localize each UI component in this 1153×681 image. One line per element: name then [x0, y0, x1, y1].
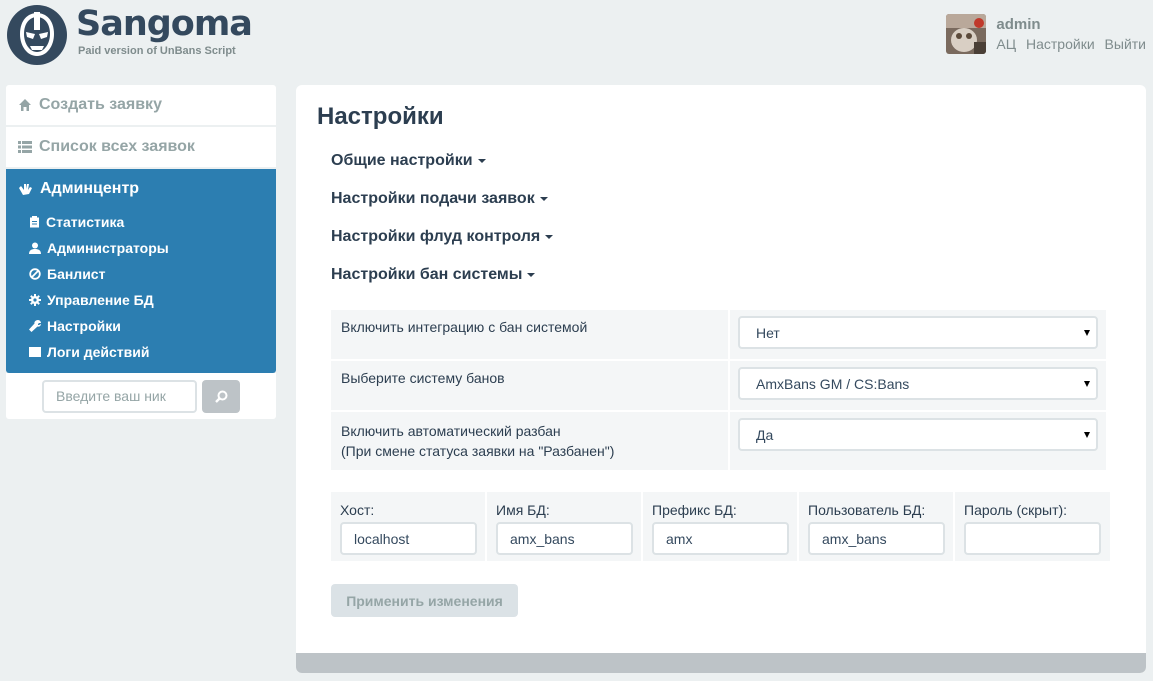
table-row: Выберите систему банов AmxBans GM / CS:B…	[331, 361, 1106, 410]
nav-create-request[interactable]: Создать заявку	[6, 85, 276, 125]
select-value: Нет	[756, 324, 780, 341]
log-icon	[29, 347, 41, 357]
apply-changes-button[interactable]: Применить изменения	[331, 584, 518, 617]
admin-center-menu: Админцентр Статистика Администраторы Бан…	[6, 169, 276, 373]
ban-system-select[interactable]: AmxBans GM / CS:Bans	[738, 367, 1098, 400]
field-label: Префикс БД:	[652, 502, 737, 518]
table-row: Включить интеграцию с бан системой Нет	[331, 310, 1106, 359]
field-label: Пароль (скрыт):	[964, 502, 1068, 518]
hand-icon	[19, 184, 32, 195]
ban-integration-select[interactable]: Нет	[738, 316, 1098, 349]
nav-sub-label: Статистика	[46, 214, 125, 230]
nav-action-logs[interactable]: Логи действий	[6, 339, 276, 365]
brand-name: Sangoma	[76, 4, 253, 44]
select-value: Да	[756, 426, 774, 443]
ban-icon	[29, 268, 41, 280]
select-value: AmxBans GM / CS:Bans	[756, 375, 910, 392]
search-button[interactable]	[202, 379, 240, 413]
home-icon	[19, 99, 31, 111]
setting-label: Включить автоматический разбан (При смен…	[331, 412, 728, 470]
admin-center-link[interactable]: АЦ	[996, 36, 1016, 52]
field-label: Имя БД:	[496, 502, 550, 518]
nav-label: Список всех заявок	[39, 138, 195, 155]
nav-statistics[interactable]: Статистика	[6, 209, 276, 235]
caret-down-icon	[545, 234, 554, 239]
section-label: Настройки подачи заявок	[331, 190, 535, 207]
settings-panel: Настройки Общие настройки Настройки пода…	[296, 85, 1146, 673]
logout-link[interactable]: Выйти	[1105, 36, 1146, 52]
nav-administrators[interactable]: Администраторы	[6, 235, 276, 261]
section-label: Настройки флуд контроля	[331, 228, 541, 245]
nav-db-management[interactable]: Управление БД	[6, 287, 276, 313]
nav-sub-label: Настройки	[47, 318, 121, 334]
section-flood-control[interactable]: Настройки флуд контроля	[331, 228, 554, 246]
ban-settings-table: Включить интеграцию с бан системой Нет В…	[329, 308, 1108, 472]
user-name[interactable]: admin	[996, 16, 1146, 33]
db-password-field: Пароль (скрыт):	[955, 492, 1110, 561]
nav-settings[interactable]: Настройки	[6, 313, 276, 339]
db-name-field: Имя БД:	[487, 492, 641, 561]
nav-sub-label: Управление БД	[47, 292, 154, 308]
db-password-input[interactable]	[964, 522, 1101, 555]
db-prefix-field: Префикс БД:	[643, 492, 797, 561]
setting-label: Выберите систему банов	[331, 361, 728, 410]
brand-tagline: Paid version of UnBans Script	[78, 45, 236, 57]
db-user-input[interactable]	[808, 522, 945, 555]
section-label: Настройки бан системы	[331, 266, 523, 283]
gear-icon	[29, 294, 41, 306]
section-request-settings[interactable]: Настройки подачи заявок	[331, 190, 548, 208]
field-label: Хост:	[340, 502, 375, 518]
section-general-settings[interactable]: Общие настройки	[331, 152, 486, 170]
avatar-image	[946, 14, 987, 54]
admin-center-label: Админцентр	[40, 180, 140, 197]
dropdown-arrow-icon	[1084, 431, 1090, 438]
nav-all-requests[interactable]: Список всех заявок	[6, 127, 276, 167]
clipboard-icon	[30, 216, 39, 228]
db-prefix-input[interactable]	[652, 522, 789, 555]
settings-link[interactable]: Настройки	[1026, 36, 1095, 52]
caret-down-icon	[539, 196, 548, 201]
sidebar: Создать заявку Список всех заявок Админц…	[6, 85, 276, 419]
db-user-field: Пользователь БД:	[799, 492, 953, 561]
search-icon	[214, 390, 227, 403]
site-logo[interactable]: Sangoma Paid version of UnBans Script	[6, 4, 253, 66]
auto-unban-select[interactable]: Да	[738, 418, 1098, 451]
wrestler-mask-logo-icon	[7, 5, 67, 65]
db-name-input[interactable]	[496, 522, 633, 555]
user-icon	[29, 242, 41, 254]
nav-sub-label: Логи действий	[47, 344, 150, 360]
nav-label: Создать заявку	[39, 96, 162, 113]
caret-down-icon	[527, 272, 536, 277]
db-connection-fields: Хост: Имя БД: Префикс БД: Пользователь Б…	[331, 492, 1110, 561]
section-ban-system[interactable]: Настройки бан системы	[331, 266, 536, 284]
table-row: Включить автоматический разбан (При смен…	[331, 412, 1106, 470]
db-host-field: Хост:	[331, 492, 485, 561]
nav-admin-center[interactable]: Админцентр	[6, 169, 276, 209]
setting-label: Включить интеграцию с бан системой	[331, 310, 728, 359]
nick-search-input[interactable]	[42, 379, 197, 413]
user-menu: admin АЦ Настройки Выйти	[946, 14, 1146, 54]
list-icon	[18, 141, 32, 153]
dropdown-arrow-icon	[1084, 329, 1090, 336]
nav-banlist[interactable]: Банлист	[6, 261, 276, 287]
panel-footer	[296, 653, 1146, 673]
nick-search	[6, 373, 276, 419]
nav-sub-label: Администраторы	[47, 240, 169, 256]
dropdown-arrow-icon	[1084, 380, 1090, 387]
caret-down-icon	[477, 158, 486, 163]
avatar[interactable]	[946, 14, 987, 54]
field-label: Пользователь БД:	[808, 502, 926, 518]
wrench-icon	[29, 320, 41, 332]
section-label: Общие настройки	[331, 152, 473, 169]
page-title: Настройки	[317, 103, 444, 130]
db-host-input[interactable]	[340, 522, 477, 555]
nav-sub-label: Банлист	[47, 266, 106, 282]
